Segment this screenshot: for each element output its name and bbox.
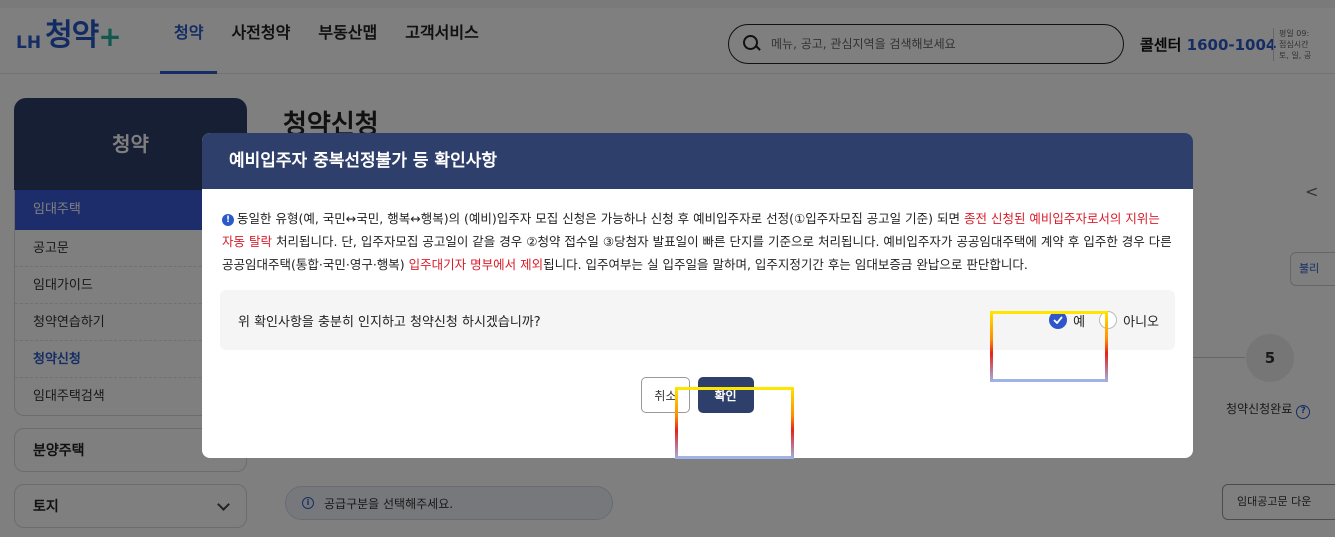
confirm-question-box: 위 확인사항을 충분히 인지하고 청약신청 하시겠습니까? 예 아니오 — [220, 290, 1175, 350]
radio-no[interactable]: 아니오 — [1099, 311, 1159, 330]
modal-title: 예비입주자 중복선정불가 등 확인사항 — [202, 133, 1193, 189]
confirm-question: 위 확인사항을 충분히 인지하고 청약신청 하시겠습니까? — [238, 314, 541, 330]
alert-icon: ! — [222, 214, 234, 226]
yes-no-radio-group: 예 아니오 — [1035, 311, 1159, 330]
cancel-button[interactable]: 취소 — [641, 377, 690, 413]
check-icon[interactable] — [1049, 311, 1068, 329]
notice-paragraph: ! 동일한 유형(예, 국민↔국민, 행복↔행복)의 (예비)입주자 모집 신청은… — [220, 207, 1175, 276]
radio-yes-label: 예 — [1073, 314, 1086, 330]
modal-actions: 취소 확인 — [220, 377, 1175, 413]
notice-text-1: 동일한 유형(예, 국민↔국민, 행복↔행복)의 (예비)입주자 모집 신청은 … — [237, 211, 964, 226]
confirm-modal: 예비입주자 중복선정불가 등 확인사항 ! 동일한 유형(예, 국민↔국민, 행복… — [202, 133, 1193, 458]
confirm-button[interactable]: 확인 — [697, 377, 754, 413]
radio-no-label: 아니오 — [1123, 314, 1159, 330]
radio-circle-icon[interactable] — [1099, 311, 1118, 329]
modal-body: ! 동일한 유형(예, 국민↔국민, 행복↔행복)의 (예비)입주자 모집 신청은… — [202, 189, 1193, 413]
radio-yes[interactable]: 예 — [1049, 311, 1085, 330]
notice-text-3: 됩니다. 입주여부는 실 입주일을 말하며, 입주지정기간 후는 임대보증금 완… — [543, 257, 1028, 272]
notice-highlight-2: 입주대기자 명부에서 제외 — [408, 257, 544, 272]
browser-page: LH 청약 + 청약 사전청약 부동산맵 고객서비스 콜센터 1600-1004… — [0, 0, 1335, 537]
